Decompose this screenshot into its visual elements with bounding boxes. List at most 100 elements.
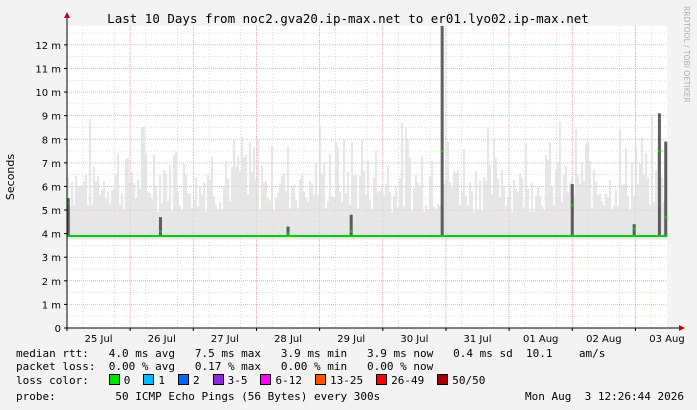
smoke-bar	[154, 186, 158, 240]
smoke-spike	[349, 214, 353, 236]
smoke-bar	[82, 181, 86, 240]
smoke-bar	[152, 154, 156, 240]
loss-color-item-label: 26-49	[391, 374, 425, 387]
smoke-bar	[378, 191, 382, 240]
smoke-bar	[164, 173, 168, 240]
smoke-bar	[652, 201, 656, 240]
smoke-bar	[138, 189, 142, 240]
loss-color-swatch	[260, 374, 272, 385]
smoke-bar	[446, 141, 450, 240]
loss-color-item: 13-25	[314, 374, 363, 387]
smoke-bar	[644, 152, 648, 240]
smoke-bar	[624, 148, 628, 240]
smoke-bar	[464, 195, 468, 240]
smoke-bar	[340, 201, 344, 240]
loss-color-item: 1	[143, 374, 165, 387]
y-tick-label: 9 m	[42, 112, 61, 123]
smoke-bar	[320, 174, 324, 240]
x-tick-label: 31 Jul	[464, 334, 492, 345]
loss-color-swatch	[177, 374, 189, 385]
smoke-bar	[318, 125, 322, 240]
x-tick-label: 01 Aug	[523, 334, 558, 345]
smoke-bar	[334, 142, 338, 240]
smoke-bar	[112, 188, 116, 240]
smoke-bar	[560, 201, 564, 240]
smoke-spike	[570, 184, 574, 236]
smoke-bar	[264, 180, 268, 240]
smoke-bar	[414, 174, 418, 240]
smoke-bar	[470, 190, 474, 240]
smoke-bar	[252, 147, 256, 240]
smoke-bar	[330, 196, 334, 240]
loss-color-item-label: 1	[158, 374, 165, 387]
legend-median-rtt: median rtt: 4.0 ms avg 7.5 ms max 3.9 ms…	[16, 347, 605, 360]
loss-color-item-label: 2	[192, 374, 200, 387]
smoke-bar	[620, 184, 624, 240]
smoke-bar	[614, 189, 618, 240]
smoke-bar	[270, 145, 274, 240]
smoke-bar	[536, 185, 540, 240]
smoke-bar	[430, 160, 434, 240]
smoke-bar	[386, 166, 390, 240]
smoke-bar	[240, 136, 244, 240]
smoke-bar	[214, 205, 218, 240]
smoke-bar	[626, 195, 630, 240]
smoke-spike	[664, 141, 668, 236]
y-tick-label: 12 m	[35, 41, 61, 52]
smoke-bar	[526, 188, 530, 240]
smoke-bar	[166, 201, 170, 240]
smoke-bar	[218, 202, 222, 240]
smoke-bar	[352, 175, 356, 240]
loss-color-swatch	[314, 374, 326, 385]
median-rtt-values: 4.0 ms avg 7.5 ms max 3.9 ms min 3.9 ms …	[108, 347, 606, 360]
smoke-bar	[368, 199, 372, 240]
smoke-bar	[182, 163, 186, 240]
packet-loss-label: packet loss:	[16, 360, 96, 373]
smoke-bar	[228, 200, 232, 240]
smoke-bar	[280, 175, 284, 240]
smoke-bar	[132, 183, 136, 240]
x-tick-label: 30 Jul	[400, 334, 428, 345]
smoke-bar	[646, 177, 650, 240]
smoke-bar	[580, 162, 584, 240]
smoke-bar	[444, 180, 448, 240]
smoke-bar	[326, 201, 330, 240]
smoke-bar	[490, 194, 494, 240]
smoke-bar	[162, 169, 166, 240]
loss-color-item: 3-5	[212, 374, 247, 387]
chart-title: Last 10 Days from noc2.gva20.ip-max.net …	[107, 11, 589, 26]
smoke-bar	[412, 187, 416, 240]
smoke-bar	[226, 178, 230, 240]
smoke-bar	[248, 142, 252, 240]
smoke-bar	[506, 196, 510, 240]
smoke-bar	[324, 208, 328, 240]
smoke-bar	[394, 186, 398, 240]
smoke-bar	[562, 175, 566, 240]
smoke-bar	[382, 195, 386, 240]
smoke-bar	[92, 166, 96, 240]
smoke-bar	[98, 195, 102, 240]
smoke-bar	[332, 197, 336, 240]
loss-color-item-label: 0	[123, 374, 131, 387]
smoke-bar	[176, 191, 180, 240]
loss-color-item: 50/50	[437, 374, 485, 387]
smoke-bar	[594, 182, 598, 240]
smoke-bar	[402, 206, 406, 240]
smoke-bar	[192, 199, 196, 240]
smoke-bar	[420, 156, 424, 240]
smoke-bar	[660, 176, 664, 240]
smoke-bar	[566, 192, 570, 240]
smoke-bar	[640, 137, 644, 240]
smoke-bar	[308, 180, 312, 240]
smoke-bar	[276, 192, 280, 240]
loss-color-swatch	[376, 374, 388, 385]
smoke-bar	[482, 177, 486, 240]
y-tick-label: 11 m	[35, 64, 61, 75]
smoke-bar	[452, 171, 456, 240]
smoke-bar	[590, 208, 594, 240]
smoke-bar	[102, 181, 106, 240]
loss-color-item: 2	[177, 374, 200, 387]
smoke-bar	[596, 195, 600, 240]
y-axis-arrow	[64, 12, 70, 18]
smoke-bar	[618, 129, 622, 240]
